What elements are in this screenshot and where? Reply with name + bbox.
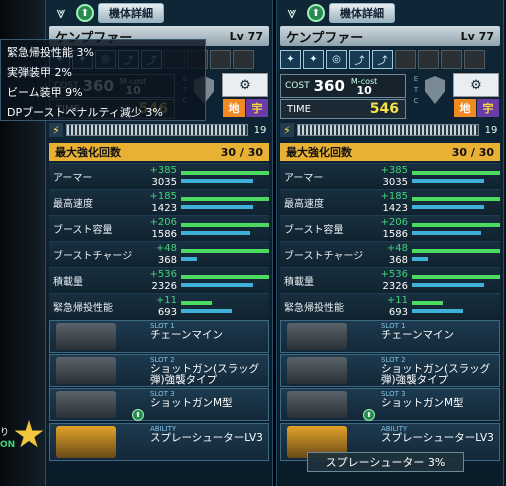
empty-badge-icon — [441, 50, 462, 69]
unit-level: Lv 77 — [229, 29, 263, 43]
empty-badge-icon — [464, 50, 485, 69]
unit-detail-button[interactable]: 機体詳細 — [98, 3, 164, 23]
slot-1[interactable]: SLOT 1 チェーンマイン — [49, 320, 269, 353]
stat-row: アーマー +385 3035 — [49, 163, 269, 189]
stat-list: アーマー +385 3035 最高速度 +185 1423 ブースト容量 +206 1586… — [49, 163, 269, 319]
max-enhance-value: 30 / 30 — [451, 145, 494, 159]
side-indicator: ETC — [413, 75, 419, 105]
tooltip-line: 緊急帰投性能 3% — [7, 46, 94, 59]
skill-badge-icon[interactable]: ⤴ — [349, 50, 370, 69]
stat-row: ブーストチャージ +48 368 — [280, 241, 500, 267]
left-edge-labels: り ON — [0, 428, 16, 450]
tooltip-line: ビーム装甲 9% — [7, 86, 83, 99]
cost-value: 360 — [313, 77, 345, 95]
max-enhance-bar: 最大強化回数 30 / 30 — [49, 143, 269, 161]
unit-detail-panel-right: ⩔ ⬆ 機体詳細 ケンプファー Lv 77 ✦ ✦ ◎ ⤴ ⤴ COST 360… — [276, 0, 504, 486]
unit-level: Lv 77 — [460, 29, 494, 43]
energy-gauge: ⚡ 19 — [49, 122, 269, 138]
upgrade-icon[interactable]: ⬆ — [76, 4, 94, 22]
gauge-value: 19 — [484, 124, 498, 136]
shotgun-icon — [287, 357, 347, 384]
ability-tooltip: スプレーシューター 3% — [307, 452, 464, 472]
upgrade-icon[interactable]: ⬆ — [307, 4, 325, 22]
upgrade-icon: ⬆ — [132, 409, 144, 421]
skill-badge-icon[interactable]: ✦ — [280, 50, 301, 69]
tooltip-line: 実弾装甲 2% — [7, 66, 72, 79]
stat-row: ブーストチャージ +48 368 — [49, 241, 269, 267]
skill-badge-icon[interactable]: ✦ — [303, 50, 324, 69]
skill-badge-icon[interactable]: ⤴ — [372, 50, 393, 69]
tooltip-line: DPブーストペナルティ減少 3% — [7, 106, 163, 119]
gauge-value: 19 — [253, 124, 267, 136]
chain-mine-icon — [287, 323, 347, 350]
stat-row: 緊急帰投性能 +11 693 — [49, 293, 269, 319]
unit-detail-button[interactable]: 機体詳細 — [329, 3, 395, 23]
skill-badges: ✦ ✦ ◎ ⤴ ⤴ — [280, 50, 485, 69]
empty-badge-icon — [395, 50, 416, 69]
stat-row: 最高速度 +185 1423 — [280, 189, 500, 215]
lightning-icon: ⚡ — [280, 123, 294, 137]
robot-type-icon: ⚙ — [222, 73, 268, 97]
max-enhance-label: 最大強化回数 — [286, 146, 352, 159]
empty-badge-icon — [233, 50, 254, 69]
terrain-ground-badge: 地 — [223, 99, 245, 117]
gauge-ticks — [297, 124, 479, 136]
robot-type-icon: ⚙ — [453, 73, 499, 97]
shotgun-icon — [56, 357, 116, 384]
bonus-tooltip: 緊急帰投性能 3% 実弾装甲 2% ビーム装甲 9% DPブーストペナルティ減少… — [0, 39, 206, 121]
chevron-icon[interactable]: ⩔ — [281, 3, 303, 23]
unit-name: ケンプファー — [286, 30, 364, 46]
unit-name-bar: ケンプファー Lv 77 — [280, 26, 500, 46]
stat-row: 積載量 +536 2326 — [280, 267, 500, 293]
time-label: TIME — [287, 103, 312, 115]
stat-row: 積載量 +536 2326 — [49, 267, 269, 293]
shield-icon — [425, 76, 445, 104]
empty-badge-icon — [418, 50, 439, 69]
max-enhance-bar: 最大強化回数 30 / 30 — [280, 143, 500, 161]
terrain-space-badge: 宇 — [246, 99, 268, 117]
slot-2[interactable]: SLOT 2 ショットガン(スラッグ弾)強襲タイプ — [49, 354, 269, 387]
ability-slot[interactable]: ABILITY スプレーシューターLV3 — [49, 423, 269, 461]
slot-1[interactable]: SLOT 1 チェーンマイン — [280, 320, 500, 353]
terrain-space-badge: 宇 — [477, 99, 499, 117]
stat-row: 緊急帰投性能 +11 693 — [280, 293, 500, 319]
cost-box: COST 360 M-cost10 — [280, 74, 406, 98]
stat-row: ブースト容量 +206 1586 — [49, 215, 269, 241]
mcost: M-cost10 — [350, 76, 378, 97]
energy-gauge: ⚡ 19 — [280, 122, 500, 138]
shotgun-icon — [287, 391, 347, 418]
skill-badge-icon[interactable]: ◎ — [326, 50, 347, 69]
stat-row: ブースト容量 +206 1586 — [280, 215, 500, 241]
stat-list: アーマー +385 3035 最高速度 +185 1423 ブースト容量 +206 1586… — [280, 163, 500, 319]
time-value: 546 — [369, 101, 399, 117]
empty-badge-icon — [210, 50, 231, 69]
stat-row: 最高速度 +185 1423 — [49, 189, 269, 215]
spray-shooter-icon — [56, 426, 116, 458]
max-enhance-label: 最大強化回数 — [55, 146, 121, 159]
chevron-icon[interactable]: ⩔ — [50, 3, 72, 23]
terrain-ground-badge: 地 — [454, 99, 476, 117]
max-enhance-value: 30 / 30 — [220, 145, 263, 159]
slot-2[interactable]: SLOT 2 ショットガン(スラッグ弾)強襲タイプ — [280, 354, 500, 387]
stat-row: アーマー +385 3035 — [280, 163, 500, 189]
slot-3[interactable]: ⬆ SLOT 3 ショットガンM型 — [49, 388, 269, 421]
shotgun-icon — [56, 391, 116, 418]
upgrade-icon: ⬆ — [363, 409, 375, 421]
time-box: TIME 546 — [280, 99, 406, 119]
cost-label: COST — [285, 81, 310, 91]
top-bar: ⩔ ⬆ 機体詳細 — [46, 0, 272, 26]
chain-mine-icon — [56, 323, 116, 350]
gauge-ticks — [66, 124, 248, 136]
lightning-icon: ⚡ — [49, 123, 63, 137]
slot-3[interactable]: ⬆ SLOT 3 ショットガンM型 — [280, 388, 500, 421]
top-bar: ⩔ ⬆ 機体詳細 — [277, 0, 503, 26]
